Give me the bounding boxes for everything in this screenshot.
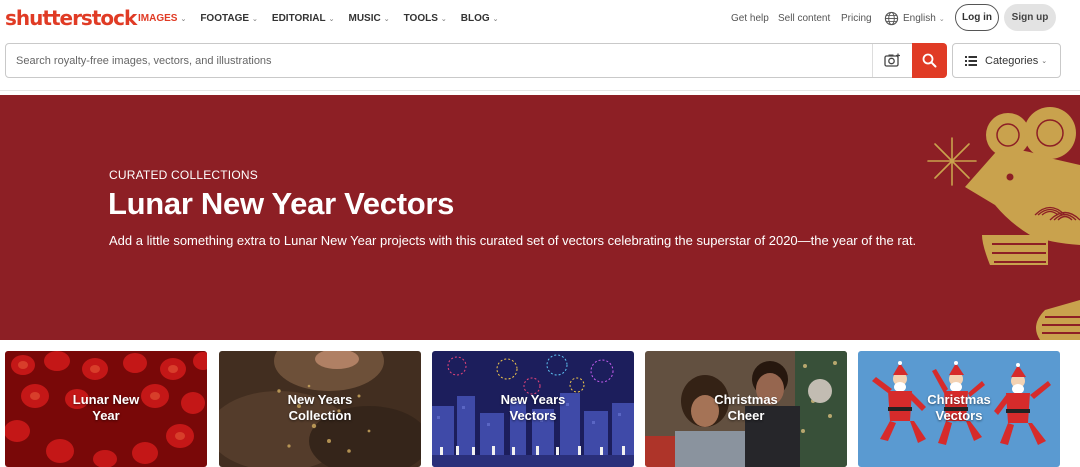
chevron-down-icon: ⌄ <box>180 16 187 23</box>
categories-button[interactable]: Categories ⌄ <box>952 43 1061 78</box>
language-selector[interactable]: English ⌄ <box>903 13 945 24</box>
collection-tile-new-years-vectors[interactable]: New Years Vectors <box>432 351 634 467</box>
collection-tile-new-years-collection[interactable]: New Years Collection <box>219 351 421 467</box>
nav-item-label: IMAGES <box>138 13 178 24</box>
nav-item-footage[interactable]: FOOTAGE ⌄ <box>200 13 258 24</box>
language-label: English <box>903 13 936 24</box>
nav-item-music[interactable]: MUSIC ⌄ <box>349 13 390 24</box>
chevron-down-icon: ⌄ <box>328 16 335 23</box>
collection-tile-christmas-cheer[interactable]: Christmas Cheer <box>645 351 847 467</box>
nav-item-tools[interactable]: TOOLS ⌄ <box>404 13 447 24</box>
chevron-down-icon: ⌄ <box>492 16 499 23</box>
nav-item-blog[interactable]: BLOG ⌄ <box>461 13 499 24</box>
tile-label: Lunar New Year <box>72 392 140 423</box>
hero-banner[interactable]: CURATED COLLECTIONS Lunar New Year Vecto… <box>0 95 1080 340</box>
nav-item-editorial[interactable]: EDITORIAL ⌄ <box>272 13 335 24</box>
nav-item-label: EDITORIAL <box>271 13 326 24</box>
globe-icon[interactable] <box>884 11 899 26</box>
chevron-down-icon: ⌄ <box>938 16 945 23</box>
nav-item-label: MUSIC <box>348 13 381 24</box>
tile-label: Christmas Cheer <box>714 392 778 423</box>
nav-item-label: FOOTAGE <box>200 13 250 24</box>
nav-item-images[interactable]: IMAGES ⌄ <box>138 13 186 24</box>
golden-rat-illustration <box>927 107 1080 340</box>
tile-label: New Years Vectors <box>500 392 566 423</box>
pricing-link[interactable]: Pricing <box>841 13 872 24</box>
chevron-down-icon: ⌄ <box>1041 57 1048 65</box>
collection-tile-lunar-new-year[interactable]: Lunar New Year <box>5 351 207 467</box>
collection-tile-christmas-vectors[interactable]: Christmas Vectors <box>858 351 1060 467</box>
shutterstock-logo[interactable]: shutterstock <box>5 6 137 30</box>
sell-content-link[interactable]: Sell content <box>778 13 830 24</box>
list-icon <box>965 55 977 66</box>
hero-title: Lunar New Year Vectors <box>108 186 455 221</box>
tile-label: New Years Collection <box>287 392 353 423</box>
chevron-down-icon: ⌄ <box>252 16 258 23</box>
header-divider <box>0 90 1080 91</box>
top-navigation: shutterstock IMAGES ⌄ FOOTAGE ⌄ EDITORIAL ⌄… <box>0 0 1080 38</box>
search-input[interactable] <box>16 52 856 70</box>
hero-description: Add a little something extra to Lunar Ne… <box>109 233 917 248</box>
search-bar <box>5 43 947 78</box>
nav-item-label: BLOG <box>460 13 490 24</box>
collection-tiles: Lunar New Year New Years Collection New … <box>5 351 1065 467</box>
chevron-down-icon: ⌄ <box>440 16 447 23</box>
categories-label: Categories <box>985 54 1039 67</box>
get-help-link[interactable]: Get help <box>731 13 769 24</box>
signup-button[interactable]: Sign up <box>1004 4 1056 31</box>
search-icon <box>922 53 937 68</box>
main-nav: IMAGES ⌄ FOOTAGE ⌄ EDITORIAL ⌄ MUSIC ⌄ TOOLS… <box>138 13 513 24</box>
search-button[interactable] <box>912 43 947 78</box>
camera-icon <box>884 53 900 67</box>
chevron-down-icon: ⌄ <box>383 16 390 23</box>
tile-label: Christmas Vectors <box>927 392 991 423</box>
search-by-image-button[interactable] <box>872 44 912 77</box>
login-button[interactable]: Log in <box>955 4 999 31</box>
hero-eyebrow: CURATED COLLECTIONS <box>109 168 258 182</box>
nav-item-label: TOOLS <box>403 13 438 24</box>
